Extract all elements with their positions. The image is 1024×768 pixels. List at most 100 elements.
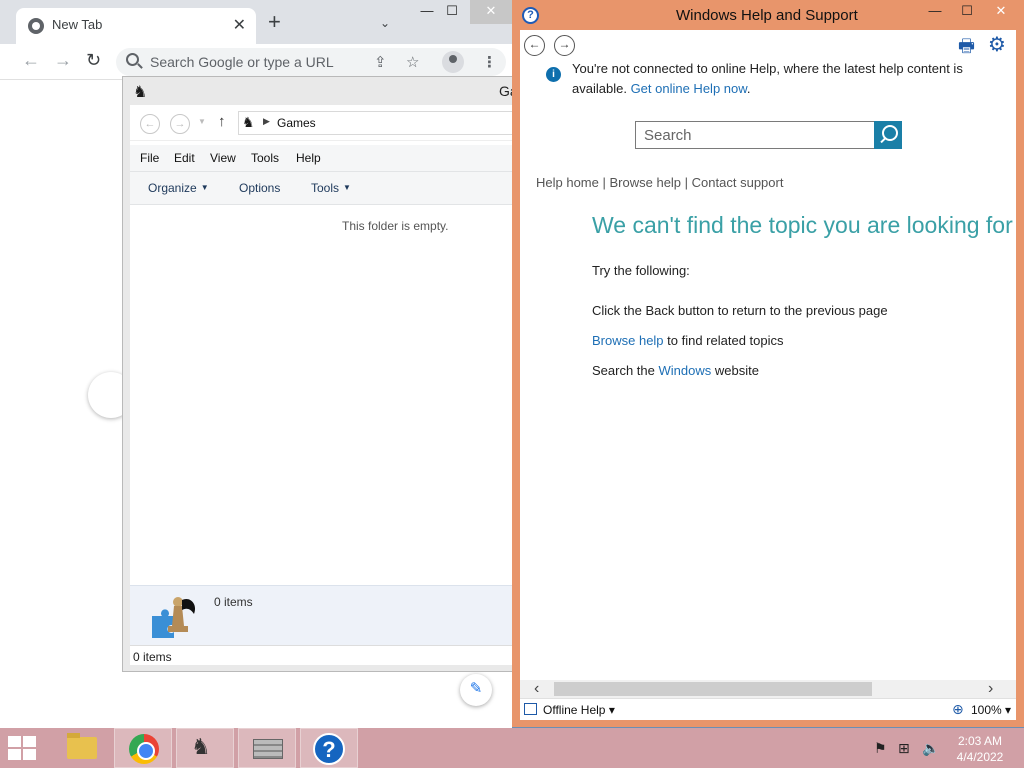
browse-help-inline-link[interactable]: Browse help — [592, 333, 664, 348]
tab-search-icon[interactable]: ⌄ — [380, 16, 390, 30]
windows-logo-tile — [23, 736, 36, 747]
taskbar-firewall[interactable] — [238, 728, 296, 768]
reload-button[interactable]: ↻ — [86, 50, 101, 71]
zoom-icon[interactable]: ⊕ — [952, 701, 964, 718]
chrome-tab-new-tab[interactable]: New Tab ✕ — [16, 8, 256, 44]
offline-help-label: Offline Help — [543, 703, 606, 717]
scroll-thumb[interactable] — [554, 682, 872, 696]
scroll-right-icon[interactable]: › — [988, 680, 993, 698]
browse-help-link[interactable]: Browse help — [610, 175, 682, 190]
help-minimize-button[interactable]: — — [920, 0, 950, 24]
explorer-back-icon[interactable]: ← — [140, 114, 160, 134]
customize-pencil-icon[interactable]: ✎ — [460, 674, 492, 706]
explorer-menubar: File Edit View Tools Help — [130, 145, 515, 171]
help-search-input[interactable]: Search — [635, 121, 875, 149]
explorer-titlebar: ♞ Ga — [123, 77, 518, 105]
tab-title: New Tab — [52, 17, 103, 32]
clock-time: 2:03 AM — [957, 734, 1003, 748]
taskbar-chrome[interactable] — [114, 728, 172, 768]
help-maximize-button[interactable]: ☐ — [952, 0, 982, 24]
explorer-command-bar: Organize ▼ Options Tools ▼ — [130, 171, 515, 205]
menu-edit[interactable]: Edit — [174, 151, 195, 165]
help-titlebar: ? Windows Help and Support — ☐ ✕ — [512, 0, 1024, 30]
bookmark-star-icon[interactable]: ☆ — [406, 53, 419, 71]
menu-help[interactable]: Help — [296, 151, 321, 165]
address-bar[interactable]: ♞ ▶ Games — [238, 111, 515, 135]
taskbar-games[interactable]: ♞ — [176, 728, 234, 768]
help-search-placeholder: Search — [644, 127, 692, 144]
volume-muted-icon[interactable]: 🔈 — [922, 740, 939, 757]
forward-button[interactable]: → — [54, 50, 72, 71]
tools-label: Tools — [311, 181, 340, 195]
tools-button[interactable]: Tools ▼ — [311, 181, 351, 195]
zoom-dropdown[interactable]: 100% ▾ — [971, 703, 1011, 717]
recent-locations-chevron-icon[interactable]: ▼ — [198, 117, 206, 126]
tab-close-icon[interactable]: ✕ — [233, 15, 246, 35]
chrome-icon — [129, 734, 159, 764]
settings-gear-icon[interactable]: ⚙ — [988, 32, 1006, 57]
explorer-forward-icon[interactable]: → — [170, 114, 190, 134]
chrome-favicon-icon — [28, 18, 44, 34]
details-item-count: 0 items — [214, 595, 253, 609]
help-search-button[interactable] — [874, 121, 902, 149]
games-folder-icon: ♞ — [133, 84, 148, 101]
browse-help-rest: to find related topics — [663, 333, 784, 348]
help-window-title: Windows Help and Support — [676, 7, 858, 24]
help-forward-icon[interactable]: → — [554, 35, 575, 56]
offline-help-icon — [524, 703, 537, 715]
tools-dropdown-icon: ▼ — [343, 183, 351, 192]
help-close-button[interactable]: ✕ — [982, 0, 1020, 24]
taskbar-help[interactable]: ? — [300, 728, 358, 768]
clock[interactable]: 2:03 AM 4/4/2022 — [946, 733, 1014, 765]
games-chess-puzzle-icon — [152, 597, 196, 638]
horizontal-scrollbar[interactable]: ‹ › — [520, 680, 1016, 698]
contact-support-link[interactable]: Contact support — [692, 175, 784, 190]
network-icon[interactable]: ⊞ — [898, 740, 910, 757]
offline-notice: You're not connected to online Help, whe… — [572, 59, 992, 99]
search-windows-tip: Search the Windows website — [592, 363, 759, 378]
chrome-toolbar: ← → ↻ Search Google or type a URL ⇪ ☆ ⋮ — [0, 44, 512, 80]
new-tab-button[interactable]: + — [268, 11, 281, 33]
windows-website-link[interactable]: Windows — [659, 363, 712, 378]
chrome-tabbar: New Tab ✕ + ⌄ — ☐ ✕ — [0, 0, 512, 44]
share-icon[interactable]: ⇪ — [374, 53, 387, 71]
organize-dropdown-icon: ▼ — [200, 183, 209, 192]
explorer-content: ← → ▼ ↑ ♞ ▶ Games File Edit View Tools H… — [130, 105, 515, 665]
help-question-icon: ? — [522, 7, 539, 24]
help-back-icon[interactable]: ← — [524, 35, 545, 56]
scroll-left-icon[interactable]: ‹ — [534, 680, 539, 698]
omnibox-placeholder: Search Google or type a URL — [150, 54, 334, 70]
taskbar-file-explorer[interactable] — [52, 728, 110, 768]
search-suffix: website — [711, 363, 759, 378]
action-center-flag-icon[interactable]: ⚑ — [874, 740, 887, 757]
search-prefix: Search the — [592, 363, 659, 378]
menu-view[interactable]: View — [210, 151, 236, 165]
organize-button[interactable]: Organize ▼ — [148, 181, 209, 195]
windows-logo-tile — [8, 749, 21, 760]
chrome-maximize-button[interactable]: ☐ — [437, 0, 467, 24]
menu-tools[interactable]: Tools — [251, 151, 279, 165]
up-arrow-icon[interactable]: ↑ — [218, 113, 226, 130]
profile-avatar-icon[interactable] — [442, 51, 464, 73]
menu-file[interactable]: File — [140, 151, 159, 165]
zoom-level: 100% — [971, 703, 1002, 717]
help-home-link[interactable]: Help home — [536, 175, 599, 190]
try-following-text: Try the following: — [592, 263, 690, 278]
chrome-menu-icon[interactable]: ⋮ — [482, 53, 497, 71]
info-icon: i — [546, 67, 561, 82]
back-button-tip: Click the Back button to return to the p… — [592, 303, 888, 318]
offline-help-dropdown[interactable]: Offline Help ▾ — [543, 703, 615, 717]
help-question-icon: ? — [313, 733, 345, 765]
back-button[interactable]: ← — [22, 50, 40, 71]
status-item-count: 0 items — [133, 650, 172, 664]
link-divider: | — [684, 175, 692, 190]
get-online-help-link[interactable]: Get online Help now — [631, 81, 747, 96]
error-heading: We can't find the topic you are looking … — [592, 212, 1013, 238]
options-button[interactable]: Options — [239, 181, 280, 195]
breadcrumb-chevron-icon[interactable]: ▶ — [263, 116, 270, 127]
breadcrumb-games[interactable]: Games — [277, 116, 316, 130]
games-icon: ♞ — [191, 734, 211, 759]
start-button[interactable] — [8, 736, 38, 762]
omnibox[interactable]: Search Google or type a URL ⇪ ☆ ⋮ — [116, 48, 506, 76]
chrome-close-button[interactable]: ✕ — [470, 0, 512, 24]
